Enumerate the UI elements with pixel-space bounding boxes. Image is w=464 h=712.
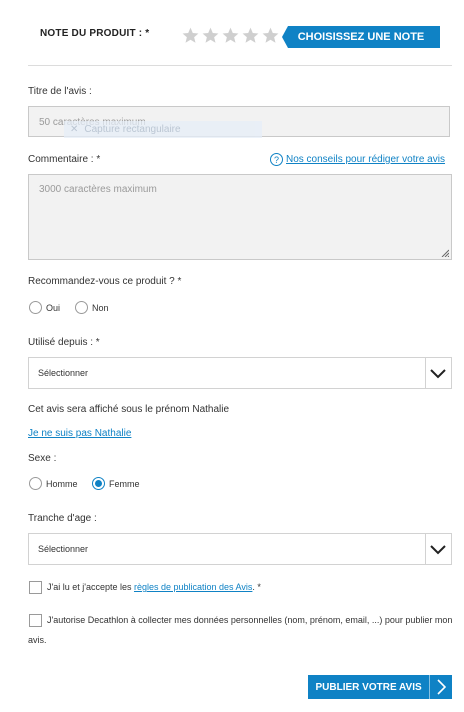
comment-label: Commentaire : *: [28, 154, 101, 165]
title-label: Titre de l'avis :: [28, 86, 92, 97]
rules-suffix: . *: [252, 582, 261, 592]
publish-review-button[interactable]: PUBLIER VOTRE AVIS: [308, 675, 452, 699]
capture-overlay: ✕ Capture rectangulaire: [64, 121, 262, 138]
recommend-no-option[interactable]: Non: [75, 301, 109, 314]
select-separator: [425, 358, 426, 388]
writing-tips-label[interactable]: Nos conseils pour rédiger votre avis: [286, 154, 445, 165]
radio-button[interactable]: [75, 301, 88, 314]
choose-rating-button[interactable]: CHOISISSEZ UNE NOTE: [282, 26, 440, 48]
rules-link[interactable]: règles de publication des Avis: [134, 582, 252, 592]
recommend-yes-label: Oui: [46, 302, 61, 313]
star-icon[interactable]: [221, 26, 240, 45]
radio-button-selected[interactable]: [92, 477, 105, 490]
data-consent-line1: J'autorise Decathlon à collecter mes don…: [47, 615, 453, 625]
gender-label: Sexe :: [28, 453, 57, 464]
used-since-label: Utilisé depuis : *: [28, 337, 100, 348]
star-icon[interactable]: [261, 26, 280, 45]
comment-placeholder: 3000 caractères maximum: [39, 184, 157, 195]
display-name-text: Cet avis sera affiché sous le prénom Nat…: [28, 404, 230, 415]
capture-overlay-label: Capture rectangulaire: [84, 124, 181, 135]
divider: [28, 65, 452, 66]
star-icon[interactable]: [241, 26, 260, 45]
publish-label: PUBLIER VOTRE AVIS: [315, 681, 422, 693]
data-consent-checkbox[interactable]: [29, 614, 42, 627]
star-icon[interactable]: [201, 26, 220, 45]
data-consent-line2: avis.: [28, 635, 47, 645]
gender-female-option[interactable]: Femme: [92, 477, 140, 490]
radio-button[interactable]: [29, 301, 42, 314]
close-icon: ✕: [70, 124, 79, 135]
used-since-select[interactable]: Sélectionner: [28, 357, 452, 389]
chevron-down-icon[interactable]: [430, 543, 446, 555]
recommend-label: Recommandez-vous ce produit ? *: [28, 276, 182, 287]
star-icon[interactable]: [181, 26, 200, 45]
star-rating[interactable]: [181, 26, 280, 45]
recommend-yes-option[interactable]: Oui: [29, 301, 60, 314]
age-range-label: Tranche d'age :: [28, 513, 97, 524]
radio-button[interactable]: [29, 477, 42, 490]
age-range-select[interactable]: Sélectionner: [28, 533, 452, 565]
rating-label: NOTE DU PRODUIT : *: [40, 28, 150, 39]
gender-female-label: Femme: [109, 478, 140, 489]
writing-tips-link[interactable]: ? Nos conseils pour rédiger votre avis: [270, 153, 445, 166]
select-separator: [425, 534, 426, 564]
rules-prefix: J'ai lu et j'accepte les: [47, 582, 134, 592]
chevron-right-icon: [429, 675, 452, 699]
age-range-value: Sélectionner: [38, 544, 89, 554]
used-since-value: Sélectionner: [38, 368, 89, 378]
comment-textarea[interactable]: 3000 caractères maximum: [28, 174, 452, 260]
gender-male-label: Homme: [46, 478, 78, 489]
rules-checkbox[interactable]: [29, 581, 42, 594]
rules-consent-text: J'ai lu et j'accepte les règles de publi…: [47, 582, 261, 592]
not-me-link[interactable]: Je ne suis pas Nathalie: [28, 428, 131, 439]
recommend-no-label: Non: [92, 302, 109, 313]
resize-handle-icon[interactable]: [441, 249, 449, 257]
gender-male-option[interactable]: Homme: [29, 477, 78, 490]
chevron-down-icon[interactable]: [430, 367, 446, 379]
help-icon: ?: [270, 153, 283, 166]
